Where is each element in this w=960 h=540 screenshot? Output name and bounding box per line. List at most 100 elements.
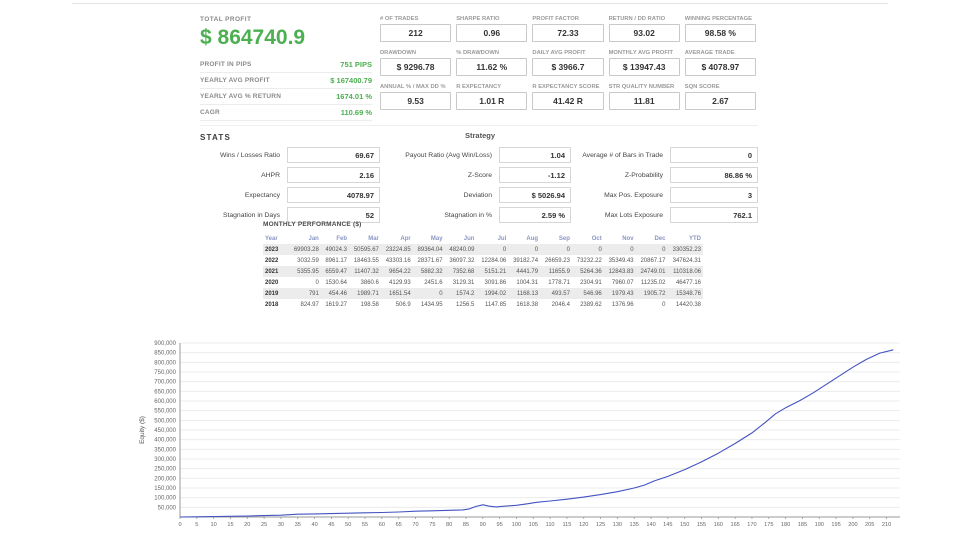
svg-text:160: 160 [714, 522, 723, 528]
monthly-value-cell: 546.96 [583, 290, 602, 297]
svg-text:135: 135 [630, 522, 639, 528]
summary-row-label: YEARLY AVG PROFIT [200, 77, 270, 84]
monthly-value-cell: 0 [598, 246, 602, 253]
summary-row-value: 110.69 % [340, 108, 372, 117]
strategy-value: $ 5026.94 [499, 187, 571, 203]
monthly-value-cell: 49024.3 [325, 246, 348, 253]
summary-row-label: YEARLY AVG % RETURN [200, 93, 282, 100]
strategy-value: 2.16 [287, 167, 380, 183]
svg-text:170: 170 [747, 522, 756, 528]
strategy-label: Max Pos. Exposure [604, 191, 663, 199]
monthly-value-cell: 18463.55 [353, 257, 379, 264]
monthly-value-cell: 2451.6 [424, 279, 443, 286]
monthly-row: 2020 0 1530.64 3860.6 4129.93 2451.6 3129.31 30… [263, 277, 703, 288]
svg-text:35: 35 [295, 522, 301, 528]
strategy-label: Z-Probability [624, 171, 663, 179]
metric-cell: STR QUALITY NUMBER 11.81 [608, 84, 680, 110]
monthly-value-cell: 36097.32 [449, 257, 475, 264]
monthly-value-cell: 48240.09 [449, 246, 475, 253]
svg-text:175: 175 [764, 522, 773, 528]
monthly-value-cell: 454.46 [328, 290, 348, 297]
monthly-value-cell: 12843.83 [608, 268, 634, 275]
equity-chart-svg: 50,000 100,000 150,000 200,000 250,000 300,00… [139, 341, 900, 528]
section-divider [200, 125, 758, 126]
monthly-value-cell: 3129.31 [452, 279, 475, 286]
monthly-value-cell: 11655.9 [548, 268, 570, 275]
strategy-value: 4078.97 [287, 187, 380, 203]
monthly-value-cell: 1168.13 [516, 290, 539, 297]
svg-text:65: 65 [396, 522, 402, 528]
monthly-value-cell: 20867.17 [640, 257, 666, 264]
svg-text:190: 190 [815, 522, 824, 528]
monthly-value-cell: 7352.68 [452, 268, 475, 275]
svg-text:650,000: 650,000 [154, 389, 176, 395]
monthly-value-cell: 12284.06 [481, 257, 507, 264]
svg-text:750,000: 750,000 [154, 370, 176, 376]
monthly-value-cell: 28371.67 [417, 257, 443, 264]
strategy-row: AHPR 2.16 Z-Score -1.12 Z-Probability 86.86 % [200, 167, 760, 183]
monthly-value-cell: 23224.85 [385, 246, 411, 253]
svg-text:200: 200 [848, 522, 857, 528]
svg-text:30: 30 [278, 522, 284, 528]
total-profit-value: $ 864740.9 [200, 26, 306, 49]
monthly-year-cell: 2023 [265, 246, 279, 253]
metric-cell: MONTHLY AVG PROFIT $ 13947.43 [608, 50, 680, 76]
monthly-value-cell: 1651.54 [389, 290, 411, 297]
monthly-performance-section: MONTHLY PERFORMANCE ($) Year Jan Feb Mar Apr… [263, 221, 703, 310]
metric-cell: WINNING PERCENTAGE 98.58 % [684, 16, 756, 42]
monthly-header-row: Year Jan Feb Mar Apr May Jun Jul Aug Sep Oct Nov Dec… [263, 233, 703, 244]
monthly-value-cell: 11235.02 [640, 279, 666, 286]
svg-text:15: 15 [227, 522, 233, 528]
monthly-value-cell: 46477.16 [675, 279, 701, 286]
strategy-value: 69.67 [287, 147, 380, 163]
svg-text:45: 45 [328, 522, 334, 528]
monthly-value-cell: 5151.21 [484, 268, 507, 275]
svg-text:60: 60 [379, 522, 385, 528]
summary-rows: PROFIT IN PIPS 751 PIPS YEARLY AVG PROFI… [200, 57, 372, 121]
metric-cell: SHARPE RATIO 0.96 [456, 16, 528, 42]
svg-text:25: 25 [261, 522, 267, 528]
total-profit-label: TOTAL PROFIT [200, 16, 252, 23]
monthly-value-cell: 14420.38 [675, 301, 701, 308]
strategy-row: Expectancy 4078.97 Deviation $ 5026.94 Max P… [200, 187, 760, 203]
monthly-header-cell: Jul [497, 235, 507, 242]
monthly-value-cell: 39182.74 [513, 257, 539, 264]
svg-text:450,000: 450,000 [154, 428, 176, 434]
metric-cell: DAILY AVG PROFIT $ 3966.7 [532, 50, 604, 76]
summary-row: YEARLY AVG PROFIT $ 167400.79 [200, 73, 372, 89]
summary-row-value: 1674.01 % [336, 92, 372, 101]
svg-text:800,000: 800,000 [154, 360, 176, 366]
monthly-header-cell: Year [265, 235, 278, 242]
monthly-table: Year Jan Feb Mar Apr May Jun Jul Aug Sep Oct Nov Dec… [263, 233, 703, 310]
metric-value: 1.01 R [456, 92, 528, 110]
metric-cell: SQN SCORE 2.67 [684, 84, 756, 110]
monthly-header-cell: Mar [368, 235, 379, 242]
metric-label: R EXPECTANCY SCORE [532, 84, 600, 90]
strategy-label: Wins / Losses Ratio [219, 151, 280, 159]
svg-text:115: 115 [562, 522, 571, 528]
metric-value: 98.58 % [684, 24, 756, 42]
monthly-value-cell: 493.57 [551, 290, 570, 297]
monthly-year-cell: 2019 [265, 290, 279, 297]
monthly-value-cell: 8961.17 [325, 257, 348, 264]
metric-label: SQN SCORE [684, 84, 720, 90]
monthly-value-cell: 0 [566, 246, 570, 253]
monthly-value-cell: 1619.27 [325, 301, 348, 308]
svg-text:80: 80 [446, 522, 452, 528]
metric-cell: RETURN / DD RATIO 93.02 [608, 16, 680, 42]
svg-text:95: 95 [497, 522, 503, 528]
monthly-value-cell: 4129.93 [389, 279, 411, 286]
monthly-row: 2018 824.97 1619.27 198.58 506.9 1434.95 1256.… [263, 299, 703, 310]
metric-value: 9.53 [380, 92, 452, 110]
monthly-value-cell: 9654.22 [389, 268, 411, 275]
svg-text:850,000: 850,000 [154, 351, 176, 357]
monthly-value-cell: 1256.5 [456, 301, 475, 308]
monthly-value-cell: 1376.96 [611, 301, 634, 308]
monthly-value-cell: 3032.59 [297, 257, 319, 264]
monthly-value-cell: 0 [315, 279, 319, 286]
svg-text:10: 10 [211, 522, 217, 528]
svg-text:145: 145 [663, 522, 672, 528]
monthly-value-cell: 69903.28 [293, 246, 319, 253]
monthly-value-cell: 198.58 [360, 301, 379, 308]
metric-value: 41.42 R [532, 92, 604, 110]
